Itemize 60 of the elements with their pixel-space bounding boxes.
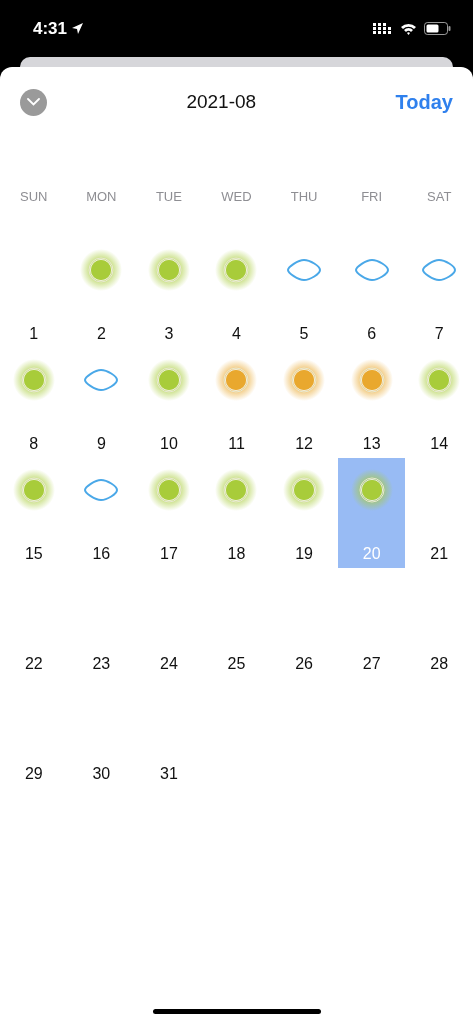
day-number[interactable]: 13 <box>362 435 381 453</box>
weekday-label: WED <box>221 188 252 204</box>
day-number[interactable]: 7 <box>434 325 444 343</box>
sun-icon <box>215 359 258 401</box>
signal-icon <box>373 22 393 35</box>
sun-icon <box>147 249 190 291</box>
day-number[interactable]: 30 <box>92 765 111 783</box>
sun-icon <box>147 469 190 511</box>
day-number[interactable]: 14 <box>430 435 449 453</box>
weekday-label: THU <box>290 188 318 204</box>
weekday-label: MON <box>86 188 117 204</box>
sun-icon <box>147 359 190 401</box>
day-number[interactable]: 31 <box>160 765 178 783</box>
day-number[interactable]: 19 <box>295 545 313 563</box>
day-number[interactable]: 1 <box>29 325 39 343</box>
weekday-label: SUN <box>20 188 48 204</box>
day-number[interactable]: 12 <box>295 435 313 453</box>
sun-icon <box>80 249 123 291</box>
weekday-label: SAT <box>427 188 452 204</box>
day-number[interactable]: 21 <box>430 545 449 563</box>
day-number[interactable]: 15 <box>24 545 43 563</box>
day-number[interactable]: 28 <box>430 655 449 673</box>
sun-icon <box>215 249 258 291</box>
day-number[interactable]: 3 <box>164 325 174 343</box>
battery-icon <box>424 22 451 35</box>
day-number[interactable]: 11 <box>228 435 245 453</box>
day-number[interactable]: 9 <box>96 435 106 453</box>
sun-icon <box>12 469 55 511</box>
day-number[interactable]: 5 <box>299 325 309 343</box>
day-number[interactable]: 8 <box>29 435 39 453</box>
day-number[interactable]: 29 <box>24 765 43 783</box>
day-number[interactable]: 4 <box>232 325 241 343</box>
sun-icon <box>12 359 55 401</box>
collapse-button[interactable] <box>20 88 47 116</box>
sun-icon <box>283 469 326 511</box>
weekday-label: TUE <box>155 188 182 204</box>
day-number[interactable]: 24 <box>160 655 178 673</box>
day-number[interactable]: 2 <box>96 325 106 343</box>
sun-icon <box>283 359 326 401</box>
day-number[interactable]: 27 <box>362 655 381 673</box>
status-time: 4:31 <box>33 18 68 39</box>
sun-icon <box>350 359 393 401</box>
day-number[interactable]: 25 <box>227 655 246 673</box>
day-number[interactable]: 26 <box>295 655 313 673</box>
day-number[interactable]: 22 <box>24 655 43 673</box>
day-number[interactable]: 16 <box>92 545 111 563</box>
sun-icon <box>418 359 461 401</box>
sun-icon <box>350 469 393 511</box>
month-title: 2021-08 <box>186 91 257 113</box>
day-number[interactable]: 10 <box>160 435 178 453</box>
wifi-icon <box>400 22 417 35</box>
chevron-down-icon <box>27 98 40 106</box>
day-number[interactable]: 23 <box>92 655 111 673</box>
day-number[interactable]: 17 <box>160 545 178 563</box>
location-arrow-icon <box>71 22 85 35</box>
today-button[interactable]: Today <box>395 90 453 114</box>
day-number[interactable]: 6 <box>367 325 377 343</box>
day-number[interactable]: 18 <box>227 545 246 563</box>
sun-icon <box>215 469 258 511</box>
weekday-label: FRI <box>361 188 383 204</box>
